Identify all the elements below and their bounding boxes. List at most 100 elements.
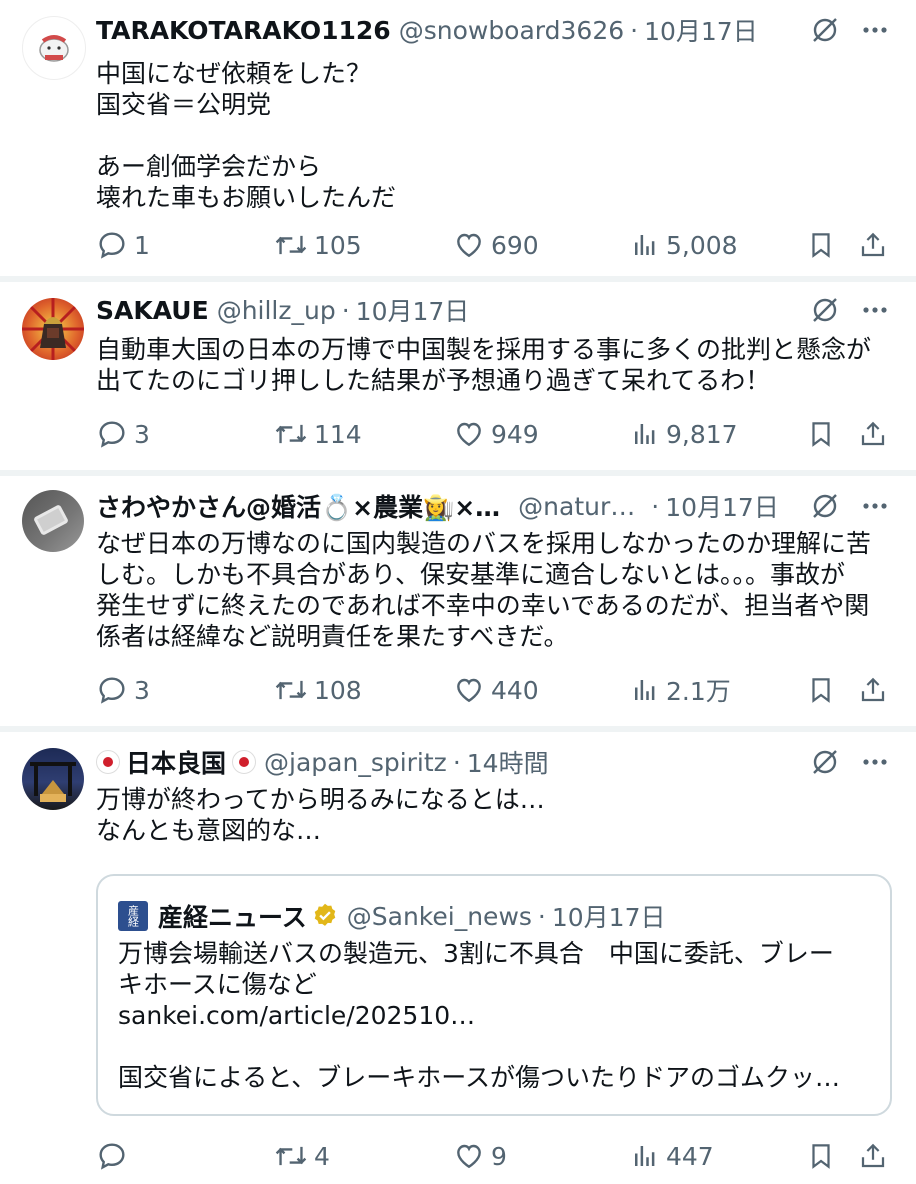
share-button[interactable]: [858, 1136, 888, 1176]
grok-icon[interactable]: [808, 745, 842, 779]
bookmark-button[interactable]: [806, 225, 836, 265]
heart-icon: [457, 233, 481, 258]
separator-dot: ·: [630, 15, 639, 45]
action-bar: 3 114 949 9,817: [96, 414, 892, 454]
share-icon: [861, 1143, 885, 1168]
more-icon[interactable]: [858, 745, 892, 779]
more-icon[interactable]: [858, 13, 892, 47]
retweet-button[interactable]: 114: [274, 414, 362, 454]
retweet-icon: [275, 424, 307, 444]
share-icon: [861, 232, 885, 257]
tweet-text: 万博が終わってから明るみになるとは… なんとも意図的な…: [96, 785, 545, 845]
retweet-icon: [275, 235, 307, 255]
bookmark-icon: [812, 422, 830, 447]
tweet[interactable]: 日本良国 @japan_spiritz · 14時間 万博が終わってから明るみに…: [0, 732, 916, 1184]
like-button[interactable]: 9: [453, 1136, 507, 1176]
handle[interactable]: @japan_spiritz: [264, 748, 447, 777]
view-count: 2.1万: [666, 677, 731, 706]
timestamp[interactable]: 10月17日: [665, 488, 779, 524]
sankei-logo-text: 産経: [126, 905, 140, 927]
display-name[interactable]: さわやかさん@婚活💍×農業👩‍🌾×…: [96, 488, 500, 524]
reply-icon: [99, 1143, 125, 1170]
tweet[interactable]: SAKAUE @hillz_up · 10月17日 自動車大国の日本の万博で中国…: [0, 282, 916, 476]
sankei-logo: 産経: [118, 901, 148, 931]
tweet[interactable]: TARAKOTARAKO1126 @snowboard3626 · 10月17日…: [0, 0, 916, 282]
more-icon[interactable]: [858, 489, 892, 523]
heart-icon: [457, 678, 481, 703]
more-icon[interactable]: [858, 293, 892, 327]
bookmark-button[interactable]: [806, 414, 836, 454]
share-button[interactable]: [858, 414, 888, 454]
avatar[interactable]: [22, 16, 86, 80]
retweet-count: 4: [314, 1141, 330, 1171]
verified-badge-icon: [314, 903, 336, 926]
timestamp[interactable]: 10月17日: [356, 292, 470, 328]
reply-icon: [99, 421, 125, 448]
tweet[interactable]: さわやかさん@婚活💍×農業👩‍🌾×… @natur… · 10月17日 なぜ日本…: [0, 476, 916, 732]
share-button[interactable]: [858, 225, 888, 265]
grok-icon[interactable]: [808, 293, 842, 327]
share-button[interactable]: [858, 670, 888, 710]
retweet-button[interactable]: 108: [274, 670, 362, 710]
retweet-count: 108: [314, 675, 362, 705]
tweet-header: TARAKOTARAKO1126 @snowboard3626 · 10月17日: [96, 12, 892, 48]
views-button[interactable]: 5,008: [630, 225, 738, 265]
bookmark-button[interactable]: [806, 670, 836, 710]
views-icon: [635, 680, 655, 700]
timestamp[interactable]: 14時間: [467, 744, 549, 780]
separator-dot: ·: [537, 901, 546, 931]
reply-button[interactable]: 3: [96, 670, 150, 710]
retweet-icon: [275, 680, 307, 700]
bookmark-icon: [812, 233, 830, 258]
tweet-text: なぜ日本の万博なのに国内製造のバスを採用しなかったのか理解に苦 しむ。しかも不具…: [96, 529, 872, 651]
display-name[interactable]: SAKAUE: [96, 296, 209, 325]
timestamp[interactable]: 10月17日: [644, 12, 758, 48]
reply-button[interactable]: 1: [96, 225, 150, 265]
reply-icon: [99, 677, 125, 704]
reply-button[interactable]: [96, 1136, 134, 1176]
heart-icon: [457, 422, 481, 447]
quote-timestamp[interactable]: 10月17日: [552, 898, 666, 934]
retweet-button[interactable]: 4: [274, 1136, 330, 1176]
display-name[interactable]: TARAKOTARAKO1126: [96, 16, 391, 45]
reply-icon: [99, 232, 125, 259]
grok-icon[interactable]: [808, 13, 842, 47]
share-icon: [861, 421, 885, 446]
avatar[interactable]: [22, 490, 84, 552]
handle[interactable]: @snowboard3626: [399, 16, 624, 45]
retweet-count: 114: [314, 419, 362, 449]
view-count: 9,817: [666, 419, 738, 449]
reply-button[interactable]: 3: [96, 414, 150, 454]
action-bar: 3 108 440 2.1万: [96, 670, 892, 710]
views-button[interactable]: 9,817: [630, 414, 738, 454]
quote-display-name[interactable]: 産経ニュース: [158, 898, 307, 934]
display-name[interactable]: 日本良国: [126, 744, 226, 780]
quoted-tweet[interactable]: 産経 産経ニュース @Sankei_news · 10月17日 万博会場輸送バス…: [96, 874, 892, 1116]
separator-dot: ·: [452, 747, 461, 777]
like-button[interactable]: 690: [453, 225, 539, 265]
like-button[interactable]: 440: [453, 670, 539, 710]
retweet-button[interactable]: 105: [274, 225, 362, 265]
avatar[interactable]: [22, 748, 84, 810]
japan-flag-icon: [232, 750, 257, 774]
action-bar: 4 9 447: [96, 1136, 892, 1176]
avatar[interactable]: [22, 298, 84, 360]
quote-text: 万博会場輸送バスの製造元、3割に不具合 中国に委託、ブレー キホースに傷など s…: [118, 939, 841, 1092]
bookmark-icon: [812, 678, 830, 703]
handle[interactable]: @natur…: [518, 492, 635, 521]
handle[interactable]: @hillz_up: [217, 296, 336, 325]
like-count: 690: [491, 230, 539, 260]
retweet-icon: [275, 1146, 307, 1166]
tweet-text: 自動車大国の日本の万博で中国製を採用する事に多くの批判と懸念が 出てたのにゴリ押…: [96, 335, 872, 395]
reply-count: 1: [134, 230, 150, 260]
reply-count: 3: [134, 675, 150, 705]
views-icon: [635, 424, 655, 444]
grok-icon[interactable]: [808, 489, 842, 523]
quote-handle[interactable]: @Sankei_news: [347, 902, 532, 931]
like-count: 9: [491, 1141, 507, 1171]
like-button[interactable]: 949: [453, 414, 539, 454]
view-count: 447: [666, 1141, 714, 1171]
views-button[interactable]: 2.1万: [630, 670, 731, 710]
views-button[interactable]: 447: [630, 1136, 714, 1176]
bookmark-button[interactable]: [806, 1136, 836, 1176]
